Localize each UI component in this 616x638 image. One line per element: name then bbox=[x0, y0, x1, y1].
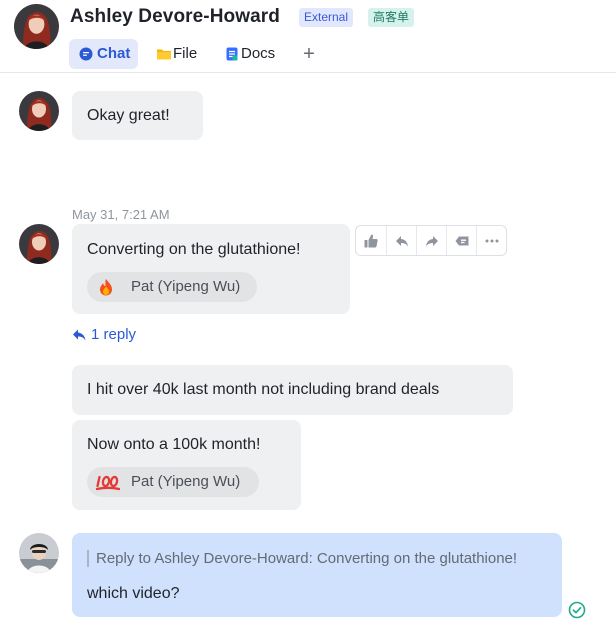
contact-name: Ashley Devore-Howard bbox=[70, 6, 281, 27]
thumbs-up-button[interactable] bbox=[356, 226, 386, 255]
message-bubble[interactable]: I hit over 40k last month not including … bbox=[72, 365, 513, 415]
add-tab-button[interactable]: + bbox=[301, 39, 317, 69]
tab-chat[interactable]: Chat bbox=[69, 39, 139, 69]
forward-icon bbox=[425, 235, 438, 246]
my-avatar[interactable] bbox=[19, 533, 59, 573]
message-text: Now onto a 100k month! bbox=[87, 436, 261, 453]
fire-emoji-icon bbox=[100, 279, 112, 296]
tab-docs[interactable]: Docs bbox=[217, 39, 283, 69]
message-actions-toolbar bbox=[355, 225, 507, 256]
forward-button[interactable] bbox=[416, 226, 446, 255]
message-timestamp: May 31, 7:21 AM bbox=[72, 207, 170, 222]
tab-chat-label: Chat bbox=[97, 45, 131, 62]
tab-file[interactable]: File bbox=[149, 39, 205, 69]
read-receipt-check-icon bbox=[568, 601, 586, 619]
docs-icon bbox=[226, 47, 238, 61]
sender-avatar[interactable] bbox=[19, 91, 59, 131]
reply-icon bbox=[395, 235, 408, 246]
thumbs-up-icon bbox=[364, 234, 378, 247]
reply-arrow-icon bbox=[73, 329, 86, 341]
more-icon bbox=[485, 239, 498, 242]
message-text: I hit over 40k last month not including … bbox=[87, 381, 440, 398]
reply-count: 1 reply bbox=[91, 326, 137, 343]
chat-bubble-icon bbox=[79, 47, 93, 61]
tag-icon bbox=[455, 236, 468, 245]
reply-button[interactable] bbox=[386, 226, 416, 255]
tab-file-label: File bbox=[173, 45, 198, 62]
message-text: Converting on the glutathione! bbox=[87, 241, 301, 258]
hundred-points-emoji-icon bbox=[95, 475, 121, 491]
message-bubble[interactable]: Now onto a 100k month! Pat (Yipeng Wu) bbox=[72, 420, 301, 510]
reaction-user: Pat (Yipeng Wu) bbox=[131, 278, 241, 295]
chat-header: Ashley Devore-Howard External 高客单 Chat F… bbox=[0, 0, 616, 73]
quoted-reply[interactable]: Reply to Ashley Devore-Howard: Convertin… bbox=[87, 550, 517, 567]
tab-docs-label: Docs bbox=[241, 45, 276, 62]
external-badge: External bbox=[299, 8, 354, 27]
message-bubble[interactable]: Okay great! bbox=[72, 91, 203, 140]
reaction-chip[interactable]: Pat (Yipeng Wu) bbox=[87, 467, 259, 497]
message-text: Okay great! bbox=[87, 107, 170, 124]
contact-avatar[interactable] bbox=[14, 4, 59, 49]
sender-avatar[interactable] bbox=[19, 224, 59, 264]
reaction-user: Pat (Yipeng Wu) bbox=[131, 473, 241, 490]
reaction-chip[interactable]: Pat (Yipeng Wu) bbox=[87, 272, 257, 302]
message-bubble[interactable]: Converting on the glutathione! Pat (Yipe… bbox=[72, 224, 350, 314]
message-text: which video? bbox=[87, 585, 180, 602]
folder-icon bbox=[157, 49, 171, 60]
more-actions-button[interactable] bbox=[476, 226, 506, 255]
org-tag-badge: 高客单 bbox=[368, 8, 415, 27]
tag-button[interactable] bbox=[446, 226, 476, 255]
my-message-bubble[interactable]: Reply to Ashley Devore-Howard: Convertin… bbox=[72, 533, 562, 617]
